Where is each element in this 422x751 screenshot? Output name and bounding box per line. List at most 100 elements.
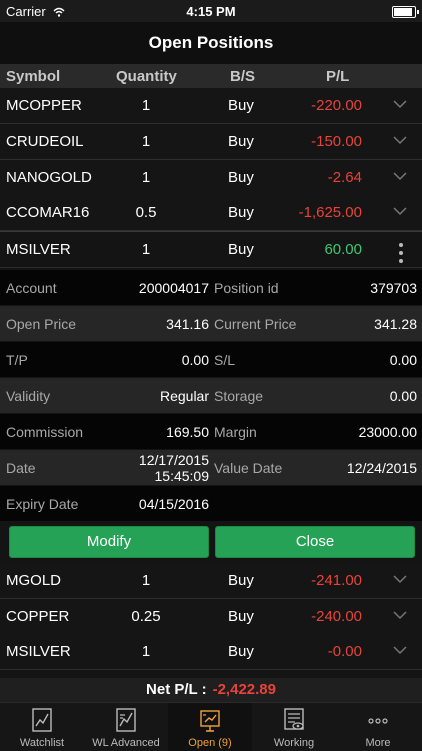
row-pl: -0.00 — [327, 643, 362, 660]
net-pl-bar: Net P/L : -2,422.89 — [0, 678, 422, 702]
margin-value: 23000.00 — [358, 424, 417, 440]
header-quantity: Quantity — [116, 68, 177, 85]
detail-row-prices: Open Price 341.16 Current Price 341.28 — [0, 306, 422, 341]
row-side: Buy — [228, 133, 254, 150]
detail-row-expiry: Expiry Date 04/15/2016 — [0, 486, 422, 521]
date-line-2: 15:45:09 — [154, 468, 210, 484]
margin-label: Margin — [214, 424, 257, 440]
chevron-down-icon[interactable] — [393, 645, 407, 655]
header-bs: B/S — [230, 68, 256, 85]
storage-label: Storage — [214, 388, 264, 404]
status-time: 4:15 PM — [186, 4, 236, 19]
nav-bar: Open Positions — [0, 22, 422, 64]
expiry-date-label: Expiry Date — [6, 496, 79, 512]
working-orders-icon — [284, 708, 304, 730]
detail-row-tp-sl: T/P 0.00 S/L 0.00 — [0, 342, 422, 377]
commission-value: 169.50 — [166, 424, 209, 440]
detail-row-commission: Commission 169.50 Margin 23000.00 — [0, 414, 422, 449]
position-row-selected[interactable]: MSILVER 1 Buy 60.00 — [0, 232, 422, 268]
storage-value: 0.00 — [389, 388, 417, 404]
close-position-button[interactable]: Close — [215, 526, 415, 558]
tab-wl-advanced[interactable]: WL Advanced — [84, 703, 168, 751]
net-pl-value: -2,422.89 — [212, 681, 276, 698]
value-date-value: 12/24/2015 — [346, 460, 417, 476]
open-price-label: Open Price — [6, 316, 77, 332]
more-icon — [368, 718, 388, 724]
open-positions-icon — [200, 710, 220, 732]
detail-row-account: Account 200004017 Position id 379703 — [0, 270, 422, 305]
row-side: Buy — [228, 608, 254, 625]
row-quantity: 0.25 — [131, 608, 161, 625]
row-symbol: NANOGOLD — [6, 169, 92, 186]
row-symbol: MCOPPER — [6, 97, 82, 114]
row-pl: -240.00 — [311, 608, 362, 625]
current-price-value: 341.28 — [374, 316, 417, 332]
row-pl: -220.00 — [311, 97, 362, 114]
row-pl: -241.00 — [311, 572, 362, 589]
advanced-chart-icon — [116, 708, 136, 732]
tp-label: T/P — [6, 352, 28, 368]
position-id-label: Position id — [214, 280, 279, 296]
tab-more[interactable]: More — [336, 703, 420, 751]
chevron-down-icon[interactable] — [393, 574, 407, 584]
row-symbol: CCOMAR16 — [6, 204, 90, 221]
date-value: 12/17/2015 15:45:09 — [100, 452, 209, 484]
account-value: 200004017 — [138, 280, 209, 296]
position-row[interactable]: NANOGOLD 1 Buy -2.64 — [0, 160, 422, 196]
row-side: Buy — [228, 643, 254, 660]
page-title: Open Positions — [148, 33, 274, 52]
row-side: Buy — [228, 97, 254, 114]
tab-open[interactable]: Open (9) — [168, 703, 252, 751]
tab-label: WL Advanced — [92, 737, 160, 749]
value-date-label: Value Date — [214, 460, 283, 476]
tab-label: Open (9) — [188, 737, 232, 749]
position-id-value: 379703 — [370, 280, 417, 296]
row-pl: -1,625.00 — [298, 204, 362, 221]
date-label: Date — [6, 460, 36, 476]
position-row[interactable]: CCOMAR16 0.5 Buy -1,625.00 — [0, 195, 422, 231]
row-quantity: 1 — [141, 133, 151, 150]
sl-label: S/L — [214, 352, 236, 368]
account-label: Account — [6, 280, 57, 296]
header-symbol: Symbol — [6, 68, 61, 85]
row-quantity: 1 — [141, 169, 151, 186]
commission-label: Commission — [6, 424, 84, 440]
expiry-date-value: 04/15/2016 — [138, 496, 209, 512]
tp-value: 0.00 — [181, 352, 209, 368]
row-side: Buy — [228, 204, 254, 221]
current-price-label: Current Price — [214, 316, 297, 332]
row-side: Buy — [228, 572, 254, 589]
chevron-down-icon[interactable] — [393, 135, 407, 145]
chevron-down-icon[interactable] — [393, 99, 407, 109]
row-quantity: 1 — [141, 643, 151, 660]
tab-watchlist[interactable]: Watchlist — [0, 703, 84, 751]
tab-bar: Watchlist WL Advanced Open (9) Working M… — [0, 702, 422, 751]
status-bar: Carrier 4:15 PM — [0, 0, 422, 22]
chevron-down-icon[interactable] — [393, 610, 407, 620]
row-symbol: MGOLD — [6, 572, 62, 589]
position-row[interactable]: MCOPPER 1 Buy -220.00 — [0, 88, 422, 124]
chevron-down-icon[interactable] — [393, 171, 407, 181]
sl-value: 0.00 — [389, 352, 417, 368]
chart-icon — [32, 708, 52, 732]
action-bar: Modify Close — [0, 521, 422, 562]
row-symbol: MSILVER — [6, 241, 71, 258]
position-row[interactable]: MSILVER 1 Buy -0.00 — [0, 634, 422, 670]
row-quantity: 1 — [141, 572, 151, 589]
modify-button[interactable]: Modify — [9, 526, 209, 558]
position-row[interactable]: MGOLD 1 Buy -241.00 — [0, 563, 422, 599]
column-header: Symbol Quantity B/S P/L — [0, 64, 422, 88]
more-options-icon[interactable] — [398, 241, 404, 265]
position-row[interactable]: COPPER 0.25 Buy -240.00 — [0, 599, 422, 635]
position-row[interactable]: CRUDEOIL 1 Buy -150.00 — [0, 124, 422, 160]
row-pl: 60.00 — [324, 241, 362, 258]
tab-label: Watchlist — [19, 737, 65, 749]
tab-working[interactable]: Working — [252, 703, 336, 751]
row-side: Buy — [228, 169, 254, 186]
row-quantity: 0.5 — [135, 204, 157, 221]
validity-value: Regular — [159, 388, 209, 404]
tab-label: Working — [273, 737, 315, 749]
row-symbol: COPPER — [6, 608, 70, 625]
chevron-down-icon[interactable] — [393, 206, 407, 216]
row-side: Buy — [228, 241, 254, 258]
